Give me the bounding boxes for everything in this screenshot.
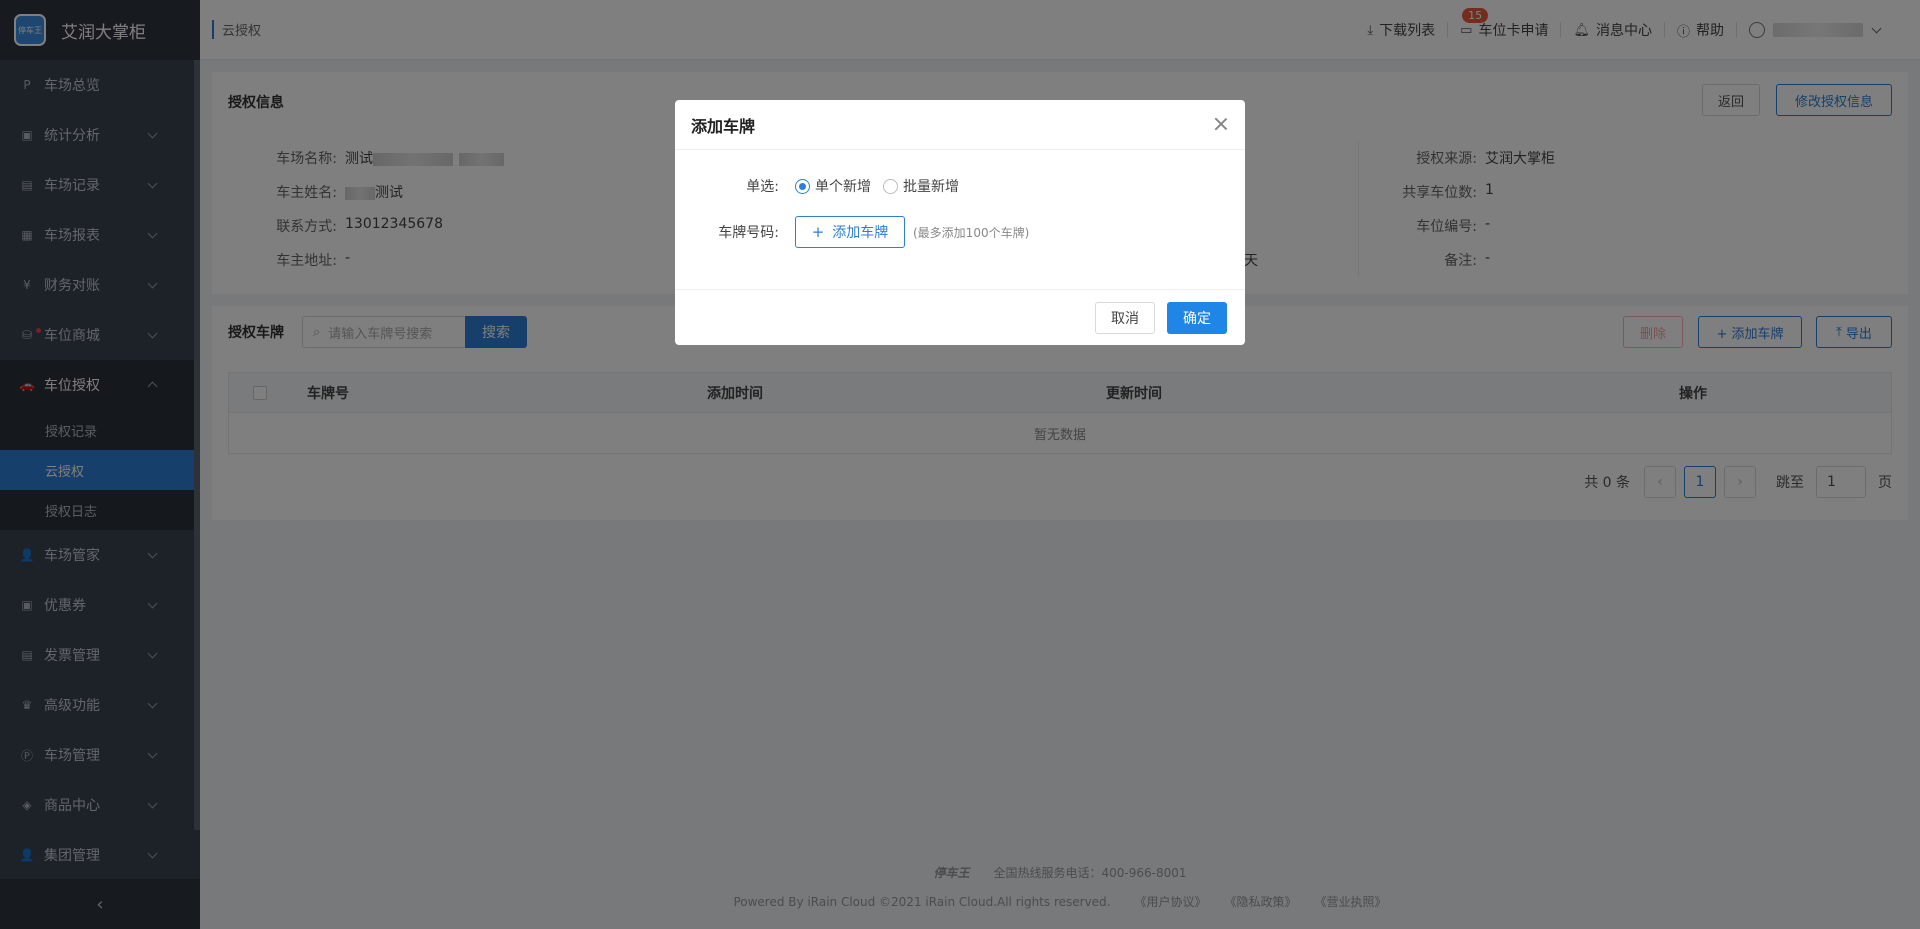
modal-footer: 取消 确定 [675, 289, 1245, 345]
plate-row: 车牌号码: + 添加车牌 (最多添加100个车牌) [675, 216, 1029, 248]
modal-title: 添加车牌 [691, 116, 756, 136]
radio-unchecked-icon [883, 178, 898, 194]
plus-icon: + [811, 223, 825, 241]
modal-header: 添加车牌 [675, 100, 1245, 150]
radio-label: 单个新增 [815, 179, 871, 195]
cancel-button[interactable]: 取消 [1095, 302, 1155, 334]
add-plate-label: 添加车牌 [832, 225, 889, 241]
add-plate-modal: 添加车牌 单选: 单个新增 批量新增 车牌号码: + 添加车牌 (最多添加100个… [675, 100, 1245, 345]
confirm-button[interactable]: 确定 [1167, 302, 1227, 334]
close-icon[interactable] [1213, 116, 1229, 132]
radio-checked-icon [795, 178, 810, 194]
modal-add-plate-button[interactable]: + 添加车牌 [795, 216, 905, 248]
mode-label: 单选: [746, 179, 779, 195]
mode-row: 单选: 单个新增 批量新增 [675, 176, 971, 196]
radio-batch[interactable]: 批量新增 [883, 176, 959, 196]
plate-label: 车牌号码: [718, 225, 779, 241]
radio-label: 批量新增 [903, 179, 959, 195]
plate-limit-hint: (最多添加100个车牌) [913, 225, 1030, 240]
radio-single[interactable]: 单个新增 [795, 176, 871, 196]
